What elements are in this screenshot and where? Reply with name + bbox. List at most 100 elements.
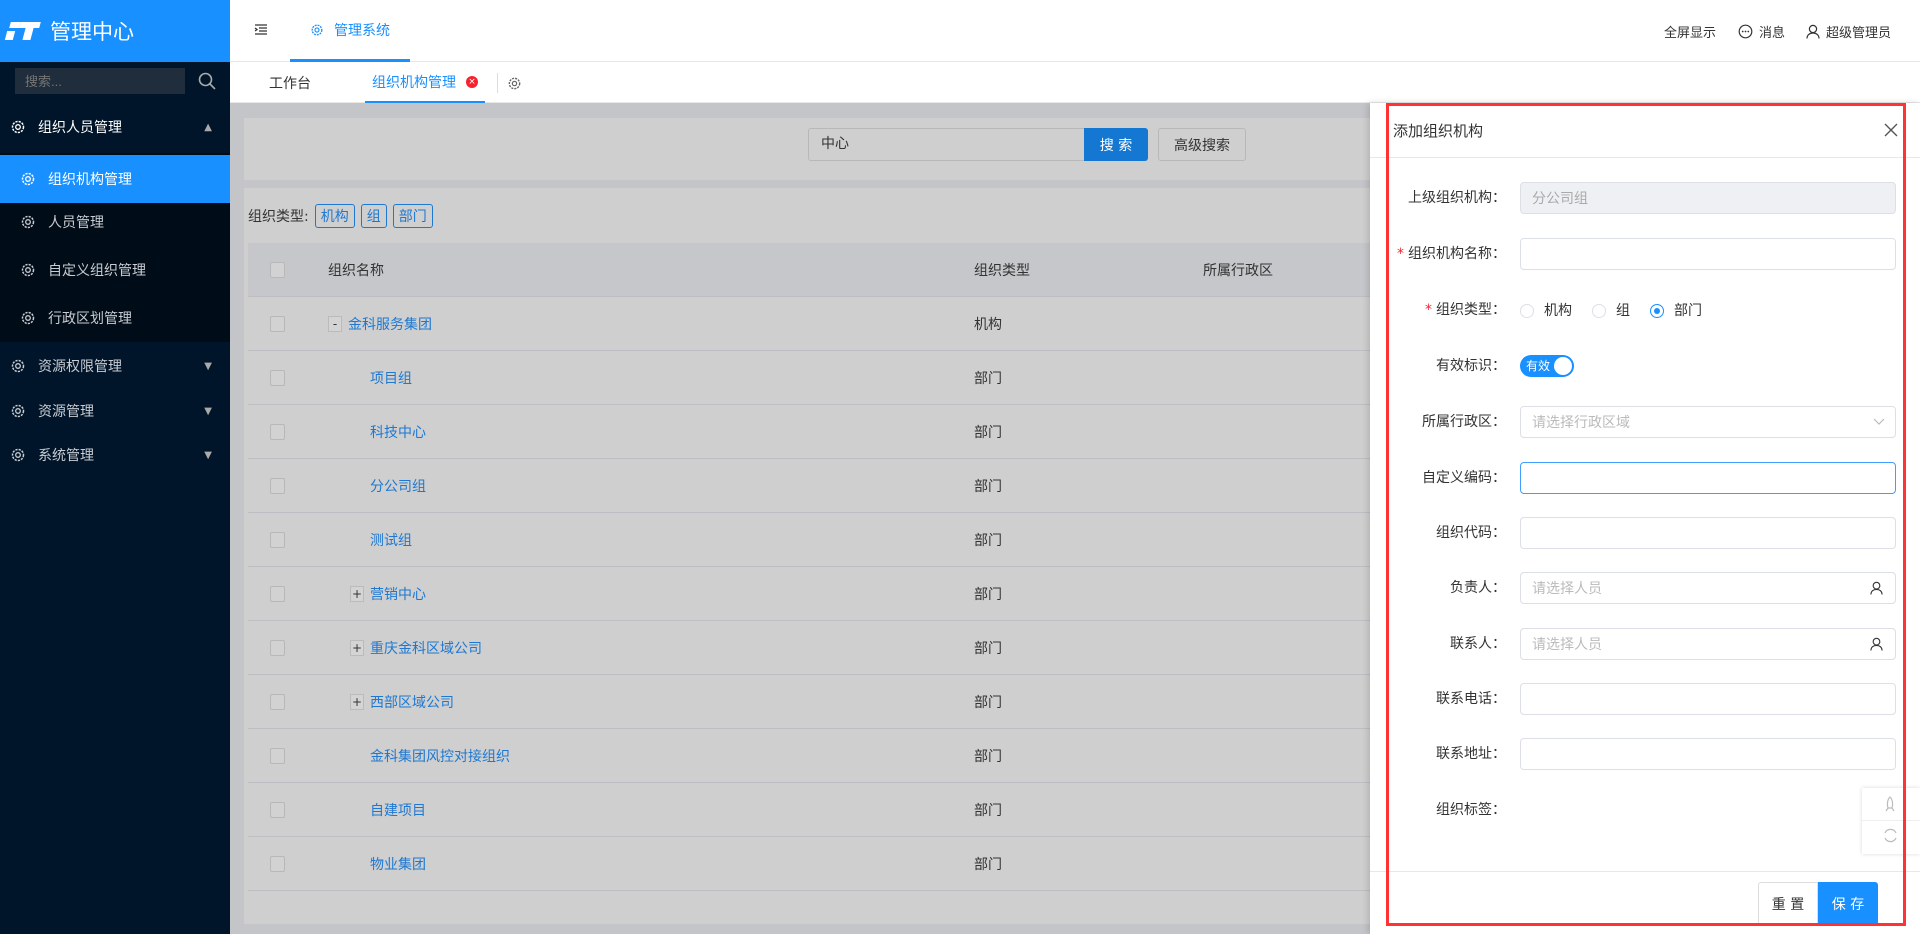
radio-org[interactable]: 机构 (1520, 300, 1572, 320)
system-tab[interactable]: 管理系统 (290, 0, 410, 62)
row-checkbox[interactable] (270, 531, 285, 548)
field-label-wrap: * 组织机构名称： (1397, 238, 1506, 270)
advanced-search-button[interactable]: 高级搜索 (1158, 128, 1246, 161)
table-row[interactable]: 科技中心 部门 (248, 405, 1370, 459)
filter-tag-org[interactable]: 机构 (314, 204, 355, 228)
table-row[interactable]: 测试组 部门 (248, 513, 1370, 567)
org-name-link[interactable]: 测试组 (370, 530, 412, 550)
sidebar-item-admin-division[interactable]: 行政区划管理 (0, 294, 230, 342)
placeholder: 请选择人员 (1532, 581, 1602, 597)
search-icon[interactable] (198, 72, 216, 90)
custom-code-input[interactable] (1520, 462, 1896, 494)
search-input[interactable]: 中心 (808, 128, 1086, 161)
org-type-cell: 部门 (974, 748, 1002, 765)
org-name-link[interactable]: 营销中心 (370, 584, 426, 604)
filter-tag-group[interactable]: 组 (360, 204, 387, 228)
org-name-link[interactable]: 西部区域公司 (370, 692, 454, 712)
org-name-link[interactable]: 科技中心 (370, 422, 426, 442)
org-name-link[interactable]: 金科服务集团 (348, 314, 432, 334)
org-name-link[interactable]: 项目组 (370, 368, 412, 388)
field-region: 所属行政区： 请选择行政区域 (1370, 406, 1920, 438)
table-row[interactable]: 金科集团风控对接组织 部门 (248, 729, 1370, 783)
table-row[interactable]: 自建项目 部门 (248, 783, 1370, 837)
field-tags: 组织标签： (1370, 794, 1920, 826)
radio-group[interactable]: 组 (1592, 300, 1630, 320)
chevron-down-icon: ▼ (204, 405, 212, 417)
refresh-icon[interactable] (1882, 827, 1899, 844)
org-name-link[interactable]: 物业集团 (370, 854, 426, 874)
table-row[interactable]: + 重庆金科区域公司 部门 (248, 621, 1370, 675)
tab-org-management[interactable]: 组织机构管理 × (365, 63, 485, 103)
table-row[interactable]: + 西部区域公司 部门 (248, 675, 1370, 729)
org-name-link[interactable]: 分公司组 (370, 476, 426, 496)
save-button[interactable]: 保 存 (1818, 882, 1878, 926)
messages-button[interactable]: 消息 (1738, 22, 1785, 41)
table-row[interactable]: 项目组 部门 (248, 351, 1370, 405)
collapse-icon[interactable]: - (328, 315, 342, 332)
user-menu[interactable]: 超级管理员 (1806, 22, 1891, 41)
menu-group-system[interactable]: 系统管理 ▼ (0, 433, 230, 477)
row-checkbox[interactable] (270, 639, 285, 656)
owner-input[interactable]: 请选择人员 (1520, 572, 1896, 604)
menu-fold-icon[interactable] (254, 23, 268, 37)
row-checkbox[interactable] (270, 801, 285, 818)
filter-tag-dept[interactable]: 部门 (392, 204, 433, 228)
row-checkbox[interactable] (270, 585, 285, 602)
row-checkbox[interactable] (270, 369, 285, 386)
expand-icon[interactable]: + (350, 693, 364, 710)
org-name-link[interactable]: 自建项目 (370, 800, 426, 820)
table-row[interactable]: 物业集团 部门 (248, 837, 1370, 891)
sidebar-item-label: 组织机构管理 (48, 172, 132, 188)
sidebar-search-input[interactable] (15, 68, 185, 94)
field-label: 有效标识： (1436, 358, 1506, 374)
row-checkbox[interactable] (270, 693, 285, 710)
contact-input[interactable]: 请选择人员 (1520, 628, 1896, 660)
fullscreen-button[interactable]: 全屏显示 (1664, 22, 1716, 41)
main-content: 中心 搜 索 高级搜索 组织类型: 机构 组 部门 组织名称 组织类型 所属行政… (230, 103, 1370, 934)
search-button[interactable]: 搜 索 (1084, 128, 1148, 161)
user-icon[interactable] (1870, 637, 1883, 651)
row-checkbox[interactable] (270, 315, 285, 332)
row-checkbox[interactable] (270, 477, 285, 494)
row-checkbox[interactable] (270, 747, 285, 764)
reset-button[interactable]: 重 置 (1758, 882, 1818, 926)
region-select[interactable]: 请选择行政区域 (1520, 406, 1896, 438)
field-label: 联系人： (1450, 636, 1506, 652)
close-icon[interactable] (1884, 123, 1898, 137)
menu-group-label: 组织人员管理 (38, 120, 122, 136)
menu-group-org-people[interactable]: 组织人员管理 ▲ (0, 105, 230, 149)
close-tab-icon[interactable]: × (466, 76, 478, 88)
logo[interactable]: 管理中心 (0, 0, 230, 62)
search-panel: 中心 搜 索 高级搜索 (244, 118, 1370, 180)
org-code-input[interactable] (1520, 517, 1896, 549)
row-checkbox[interactable] (270, 855, 285, 872)
org-name-input[interactable] (1520, 238, 1896, 270)
table-panel: 组织类型: 机构 组 部门 组织名称 组织类型 所属行政区 - 金科服务集团 机构项… (244, 188, 1370, 924)
row-checkbox[interactable] (270, 423, 285, 440)
org-type-cell: 部门 (974, 694, 1002, 711)
sidebar-item-org-management[interactable]: 组织机构管理 (0, 155, 230, 203)
logo-mark-icon (4, 20, 42, 42)
org-type-radio-group: 机构 组 部门 (1520, 294, 1702, 326)
menu-group-resource[interactable]: 资源管理 ▼ (0, 389, 230, 433)
expand-icon[interactable]: + (350, 639, 364, 656)
user-icon[interactable] (1870, 581, 1883, 595)
system-tab-label: 管理系统 (334, 22, 390, 39)
rocket-icon[interactable] (1882, 796, 1898, 814)
table-row[interactable]: 分公司组 部门 (248, 459, 1370, 513)
org-name-link[interactable]: 金科集团风控对接组织 (370, 746, 510, 766)
address-input[interactable] (1520, 738, 1896, 770)
select-all-checkbox[interactable] (270, 261, 285, 278)
table-row[interactable]: + 营销中心 部门 (248, 567, 1370, 621)
menu-group-resource-permission[interactable]: 资源权限管理 ▼ (0, 344, 230, 388)
sidebar-item-custom-org[interactable]: 自定义组织管理 (0, 246, 230, 294)
gear-icon[interactable] (507, 76, 522, 91)
table-row[interactable]: - 金科服务集团 机构 (248, 297, 1370, 351)
phone-input[interactable] (1520, 683, 1896, 715)
sidebar-item-people[interactable]: 人员管理 (0, 198, 230, 246)
tab-workbench[interactable]: 工作台 (250, 63, 330, 103)
expand-icon[interactable]: + (350, 585, 364, 602)
org-name-link[interactable]: 重庆金科区域公司 (370, 638, 482, 658)
radio-dept[interactable]: 部门 (1650, 300, 1702, 320)
valid-toggle[interactable]: 有效 (1520, 355, 1574, 377)
